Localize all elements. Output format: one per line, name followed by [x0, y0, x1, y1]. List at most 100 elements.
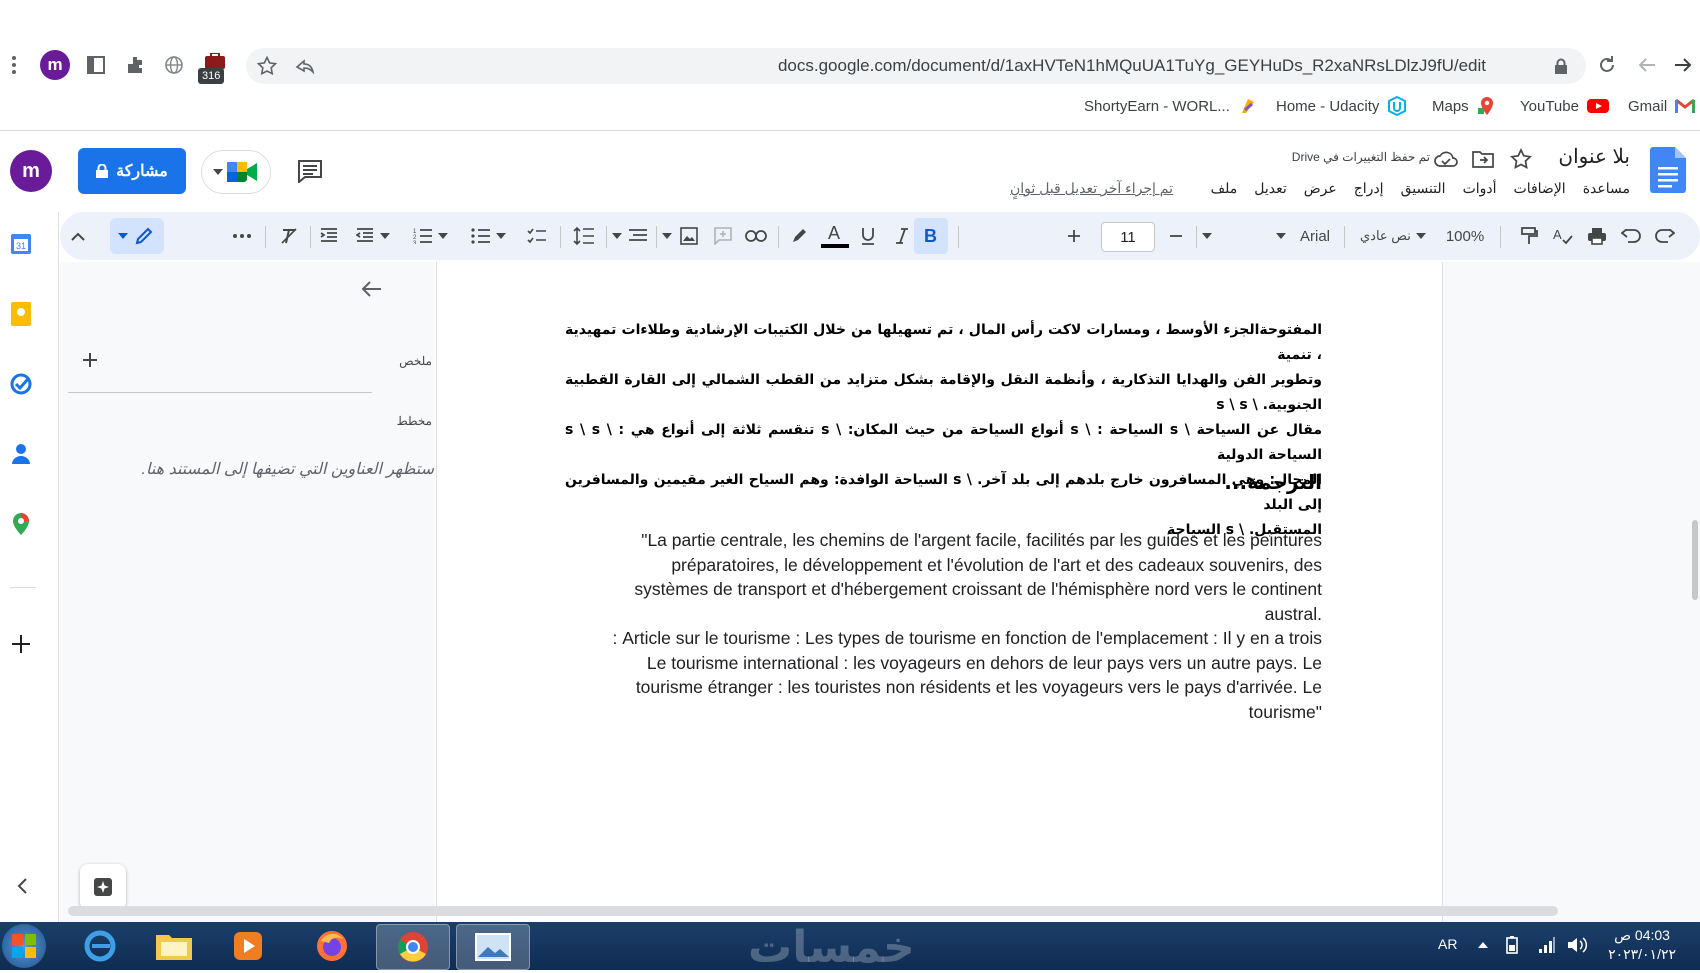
chevron-down-icon[interactable] [1274, 226, 1288, 246]
increase-indent-icon[interactable] [318, 226, 340, 246]
taskbar-photo-viewer[interactable] [456, 924, 530, 970]
arabic-paragraph: المفتوحةالجزء الأوسط ، ومسارات لاكت رأس … [565, 318, 1322, 543]
bookmark-shortyearn[interactable]: ShortyEarn - WORL... [1084, 92, 1258, 120]
paragraph-style-select[interactable]: نص عادي [1360, 226, 1450, 246]
menu-addons[interactable]: الإضافات [1514, 180, 1566, 197]
outline-placeholder: ستظهر العناوين التي تضيفها إلى المستند ه… [141, 461, 434, 478]
comments-icon[interactable] [294, 155, 326, 187]
lock-icon[interactable] [1552, 57, 1570, 75]
chevron-down-icon[interactable] [1200, 226, 1214, 246]
menu-file[interactable]: ملف [1211, 180, 1238, 197]
photo-viewer-icon [475, 933, 511, 961]
undo-icon[interactable] [1620, 226, 1642, 246]
contacts-icon[interactable] [9, 442, 33, 466]
language-indicator[interactable]: AR [1438, 936, 1457, 952]
side-panel-icon[interactable] [85, 54, 107, 76]
bulleted-list-icon[interactable] [470, 226, 492, 246]
menu-insert[interactable]: إدراج [1354, 180, 1384, 197]
chevron-down-icon[interactable] [378, 226, 392, 246]
maps-icon[interactable] [9, 512, 33, 536]
menu-tools[interactable]: أدوات [1463, 180, 1497, 197]
docs-logo[interactable] [1650, 147, 1686, 193]
clear-formatting-icon[interactable] [278, 226, 300, 246]
add-icon[interactable] [9, 632, 33, 656]
zoom-select[interactable]: 100% [1440, 226, 1490, 246]
system-clock[interactable]: 04:03 ص ٢٠٢٣/٠١/٢٢ [1608, 926, 1676, 964]
address-bar[interactable]: docs.google.com/document/d/1axHVTeN1hMQu… [246, 48, 1586, 84]
numbered-list-icon[interactable]: 123 [412, 226, 434, 246]
explore-button[interactable] [80, 864, 126, 910]
underline-icon[interactable] [858, 226, 878, 246]
chevron-left-icon[interactable] [12, 876, 32, 896]
chevron-down-icon[interactable] [610, 226, 624, 246]
user-avatar[interactable]: m [10, 150, 52, 192]
document-page[interactable]: المفتوحةالجزء الأوسط ، ومسارات لاكت رأس … [436, 262, 1443, 922]
spellcheck-icon[interactable]: A [1552, 226, 1574, 246]
vertical-scrollbar[interactable] [1692, 520, 1698, 600]
italic-icon[interactable] [892, 226, 912, 246]
chevron-down-icon[interactable] [494, 226, 508, 246]
extensions-icon[interactable] [124, 54, 146, 76]
print-icon[interactable] [1586, 226, 1608, 246]
menu-edit[interactable]: تعديل [1254, 180, 1287, 197]
calendar-icon[interactable]: 31 [9, 232, 33, 256]
browser-menu-icon[interactable] [6, 52, 22, 78]
tasks-icon[interactable] [9, 372, 33, 396]
text-color-button[interactable]: A [820, 220, 850, 252]
add-summary-icon[interactable] [80, 350, 100, 370]
start-button[interactable] [2, 924, 46, 968]
share-button[interactable]: مشاركة [78, 148, 186, 194]
meet-button[interactable] [201, 150, 271, 194]
back-arrow-icon[interactable] [1634, 52, 1660, 78]
bookmark-udacity[interactable]: Home - Udacity [1276, 92, 1407, 120]
show-hidden-icons-icon[interactable] [1476, 938, 1490, 952]
insert-image-icon[interactable] [678, 226, 700, 246]
insert-link-icon[interactable] [744, 226, 768, 246]
taskbar-explorer[interactable] [138, 924, 210, 968]
taskbar-media[interactable] [212, 924, 284, 968]
keep-icon[interactable] [9, 302, 33, 326]
highlight-color-icon[interactable] [788, 226, 810, 246]
decrease-font-size-icon[interactable] [1166, 226, 1186, 246]
translate-globe-icon[interactable] [163, 54, 185, 76]
last-edit-link[interactable]: تم إجراء آخر تعديل قبل ثوانٍ [1010, 180, 1173, 197]
redo-icon[interactable] [1654, 226, 1676, 246]
collapse-chevron-icon[interactable] [68, 226, 88, 246]
browser-profile-avatar[interactable]: m [40, 50, 70, 80]
editing-mode-button[interactable] [110, 218, 164, 254]
bookmark-maps[interactable]: Maps [1432, 92, 1497, 120]
chevron-down-icon[interactable] [1414, 226, 1428, 246]
battery-icon[interactable] [1502, 935, 1522, 955]
horizontal-scrollbar[interactable] [68, 906, 1558, 916]
taskbar-chrome[interactable] [376, 924, 450, 970]
menu-format[interactable]: التنسيق [1401, 180, 1446, 197]
url-text[interactable]: docs.google.com/document/d/1axHVTeN1hMQu… [778, 48, 1486, 84]
text-color-icon: A [821, 223, 849, 248]
cloud-saved-icon [1433, 148, 1459, 170]
chevron-down-icon[interactable] [660, 226, 674, 246]
bold-button[interactable]: B [914, 218, 948, 254]
reload-icon[interactable] [1594, 52, 1620, 78]
forward-arrow-icon[interactable] [1670, 52, 1696, 78]
taskbar-firefox[interactable] [296, 924, 368, 968]
line-spacing-icon[interactable] [572, 226, 596, 246]
menu-view[interactable]: عرض [1304, 180, 1337, 197]
move-folder-icon[interactable] [1470, 146, 1496, 172]
network-signal-icon[interactable] [1536, 935, 1558, 955]
more-icon[interactable] [232, 226, 252, 246]
add-comment-icon[interactable] [712, 226, 734, 246]
menu-help[interactable]: مساعدة [1583, 180, 1630, 197]
bookmark-youtube[interactable]: YouTube [1520, 92, 1609, 120]
bookmark-gmail[interactable]: Gmail [1628, 92, 1696, 120]
font-size-input[interactable]: 11 [1101, 222, 1155, 252]
decrease-indent-icon[interactable] [354, 226, 376, 246]
volume-icon[interactable] [1566, 935, 1590, 955]
star-icon[interactable] [1508, 146, 1534, 172]
close-outline-arrow-icon[interactable] [358, 276, 384, 302]
checklist-icon[interactable] [526, 226, 548, 246]
taskbar-ie[interactable] [64, 924, 136, 968]
chevron-down-icon[interactable] [436, 226, 450, 246]
align-icon[interactable] [626, 226, 650, 246]
paint-format-icon[interactable] [1518, 226, 1540, 246]
increase-font-size-icon[interactable] [1064, 226, 1084, 246]
